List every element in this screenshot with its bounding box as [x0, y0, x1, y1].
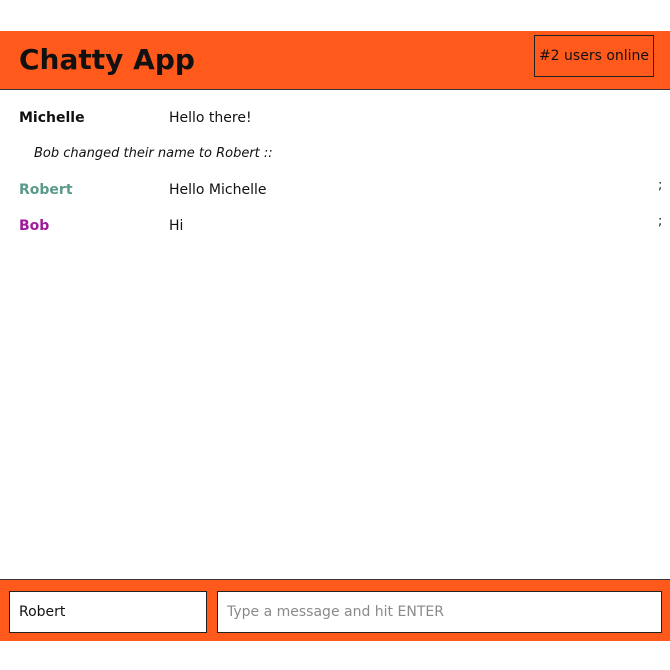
message: Robert Hello Michelle ;: [0, 163, 670, 199]
message: Bob Hi ;: [0, 199, 670, 235]
username-input[interactable]: [9, 591, 207, 633]
message-content: Hi: [169, 218, 184, 234]
chatbar: [0, 579, 670, 641]
message-list: Michelle Hello there! Bob changed their …: [0, 91, 670, 579]
message-trailing-mark: ;: [658, 178, 663, 193]
message-username: Michelle: [19, 110, 85, 126]
message-username: Robert: [19, 182, 73, 198]
chatty-app: Chatty App #2 users online Michelle Hell…: [0, 0, 670, 670]
navbar: Chatty App #2 users online: [0, 31, 670, 90]
message: Michelle Hello there!: [0, 91, 670, 127]
message-username: Bob: [19, 218, 50, 234]
message-trailing-mark: ;: [658, 214, 663, 229]
app-title[interactable]: Chatty App: [19, 43, 195, 77]
message-content: Hello Michelle: [169, 182, 267, 198]
message-input[interactable]: [217, 591, 662, 633]
users-online-counter: #2 users online: [534, 35, 654, 77]
message-content: Hello there!: [169, 110, 252, 126]
system-notification: Bob changed their name to Robert ::: [34, 146, 273, 161]
